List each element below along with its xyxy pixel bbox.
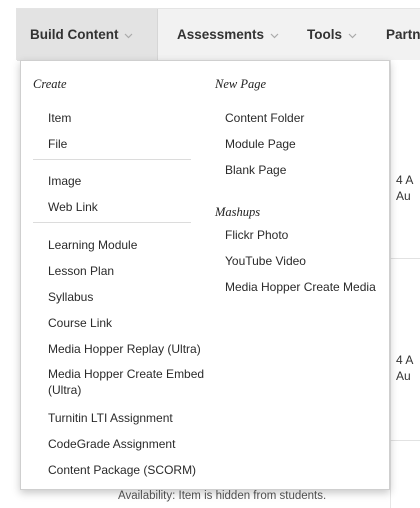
build-content-menu: Create Item File Image Web Link Learning… xyxy=(20,60,390,490)
menu-item-content-package[interactable]: Content Package (SCORM) xyxy=(48,462,196,478)
tab-assessments[interactable]: Assessments xyxy=(177,9,279,61)
menu-item-syllabus[interactable]: Syllabus xyxy=(48,289,93,305)
background-row-divider xyxy=(390,258,420,259)
menu-item-content-folder[interactable]: Content Folder xyxy=(225,110,304,126)
menu-item-image[interactable]: Image xyxy=(48,173,81,189)
menu-divider xyxy=(33,222,191,223)
menu-item-course-link[interactable]: Course Link xyxy=(48,315,112,331)
menu-item-flickr-photo[interactable]: Flickr Photo xyxy=(225,227,288,243)
tab-build-content-label: Build Content xyxy=(30,27,119,42)
menu-item-file[interactable]: File xyxy=(48,136,67,152)
menu-item-web-link[interactable]: Web Link xyxy=(48,199,98,215)
menu-item-media-hopper-create-embed[interactable]: Media Hopper Create Embed (Ultra) xyxy=(48,366,208,398)
tab-partner-label: Partn xyxy=(386,27,420,42)
background-row-divider xyxy=(390,440,420,441)
availability-note: Availability: Item is hidden from studen… xyxy=(118,490,327,502)
menu-item-item[interactable]: Item xyxy=(48,110,71,126)
menu-item-module-page[interactable]: Module Page xyxy=(225,136,296,152)
menu-item-youtube-video[interactable]: YouTube Video xyxy=(225,253,306,269)
chevron-down-icon xyxy=(124,9,133,61)
background-row1-author: Au xyxy=(396,189,411,203)
chevron-down-icon xyxy=(348,9,357,61)
tab-build-content[interactable]: Build Content xyxy=(17,9,158,61)
menu-item-lesson-plan[interactable]: Lesson Plan xyxy=(48,263,114,279)
tab-assessments-label: Assessments xyxy=(177,27,265,42)
menu-item-learning-module[interactable]: Learning Module xyxy=(48,237,137,253)
tab-tools-label: Tools xyxy=(307,27,342,42)
menu-heading-mashups: Mashups xyxy=(215,205,261,219)
background-row2-date: 4 A xyxy=(396,353,414,367)
menu-item-media-hopper-create-media[interactable]: Media Hopper Create Media xyxy=(225,279,376,295)
menu-heading-new-page: New Page xyxy=(215,77,267,91)
tab-partner[interactable]: Partn xyxy=(386,9,420,61)
menu-item-turnitin-lti[interactable]: Turnitin LTI Assignment xyxy=(48,410,173,426)
background-row2-author: Au xyxy=(396,369,411,383)
background-row1-date: 4 A xyxy=(396,173,414,187)
menu-heading-create: Create xyxy=(33,77,67,91)
tab-tools[interactable]: Tools xyxy=(307,9,357,61)
menu-item-blank-page[interactable]: Blank Page xyxy=(225,162,286,178)
menu-item-media-hopper-replay[interactable]: Media Hopper Replay (Ultra) xyxy=(48,341,201,357)
menu-item-codegrade[interactable]: CodeGrade Assignment xyxy=(48,436,175,452)
chevron-down-icon xyxy=(270,9,279,61)
menu-divider xyxy=(33,159,191,160)
content-toolbar: Build Content Assessments Tools Partn xyxy=(16,8,420,61)
